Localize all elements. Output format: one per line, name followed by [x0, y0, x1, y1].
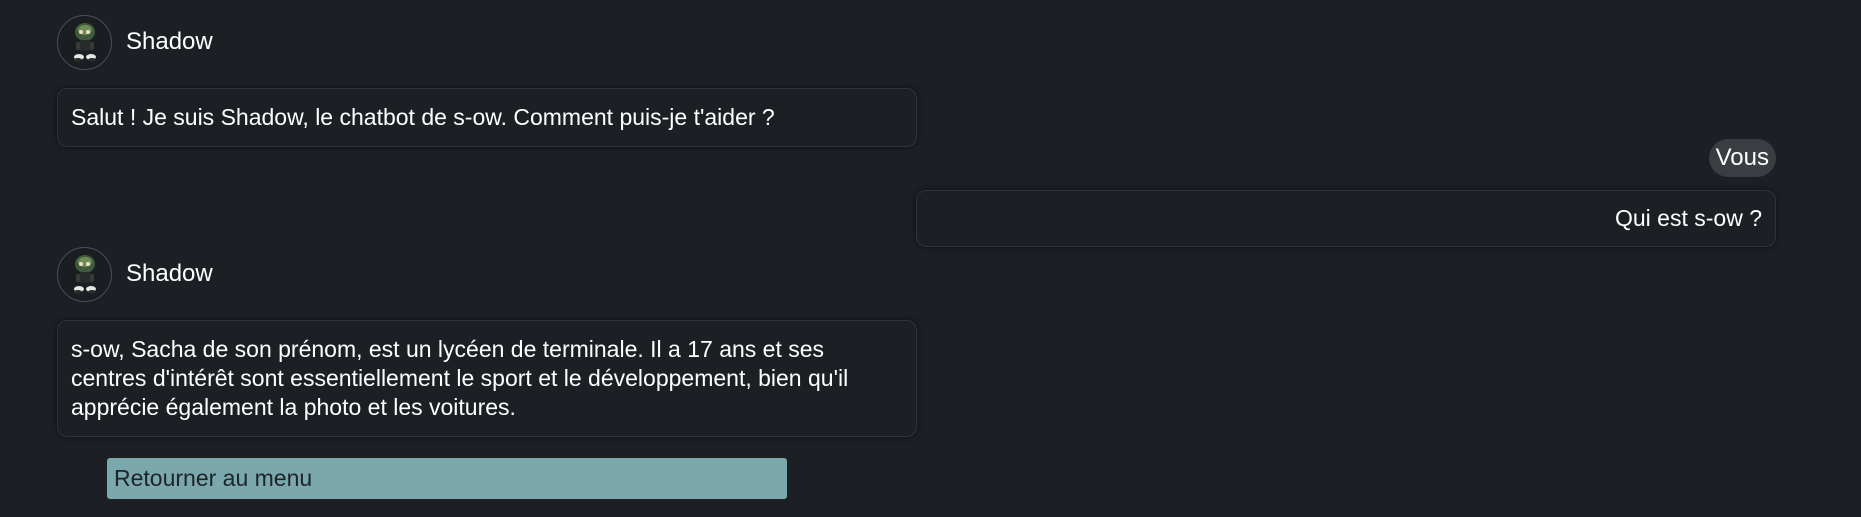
bot-avatar-icon — [57, 14, 112, 70]
user-message: Qui est s-ow ? — [916, 190, 1776, 247]
chat-container: Shadow Salut ! Je suis Shadow, le chatbo… — [0, 0, 1861, 517]
message-text: s-ow, Sacha de son prénom, est un lycéen… — [71, 336, 849, 420]
back-to-menu-button[interactable]: Retourner au menu — [107, 458, 787, 499]
bot-name: Shadow — [126, 260, 213, 287]
bot-avatar-icon — [57, 246, 112, 302]
bot-message: s-ow, Sacha de son prénom, est un lycéen… — [57, 320, 917, 437]
bot-name: Shadow — [126, 28, 213, 55]
bot-message: Salut ! Je suis Shadow, le chatbot de s-… — [57, 88, 917, 147]
bot-header: Shadow — [57, 245, 213, 303]
message-text: Qui est s-ow ? — [1615, 205, 1762, 231]
bot-header: Shadow — [57, 13, 213, 71]
user-label: Vous — [1708, 139, 1776, 177]
message-text: Salut ! Je suis Shadow, le chatbot de s-… — [71, 104, 775, 130]
